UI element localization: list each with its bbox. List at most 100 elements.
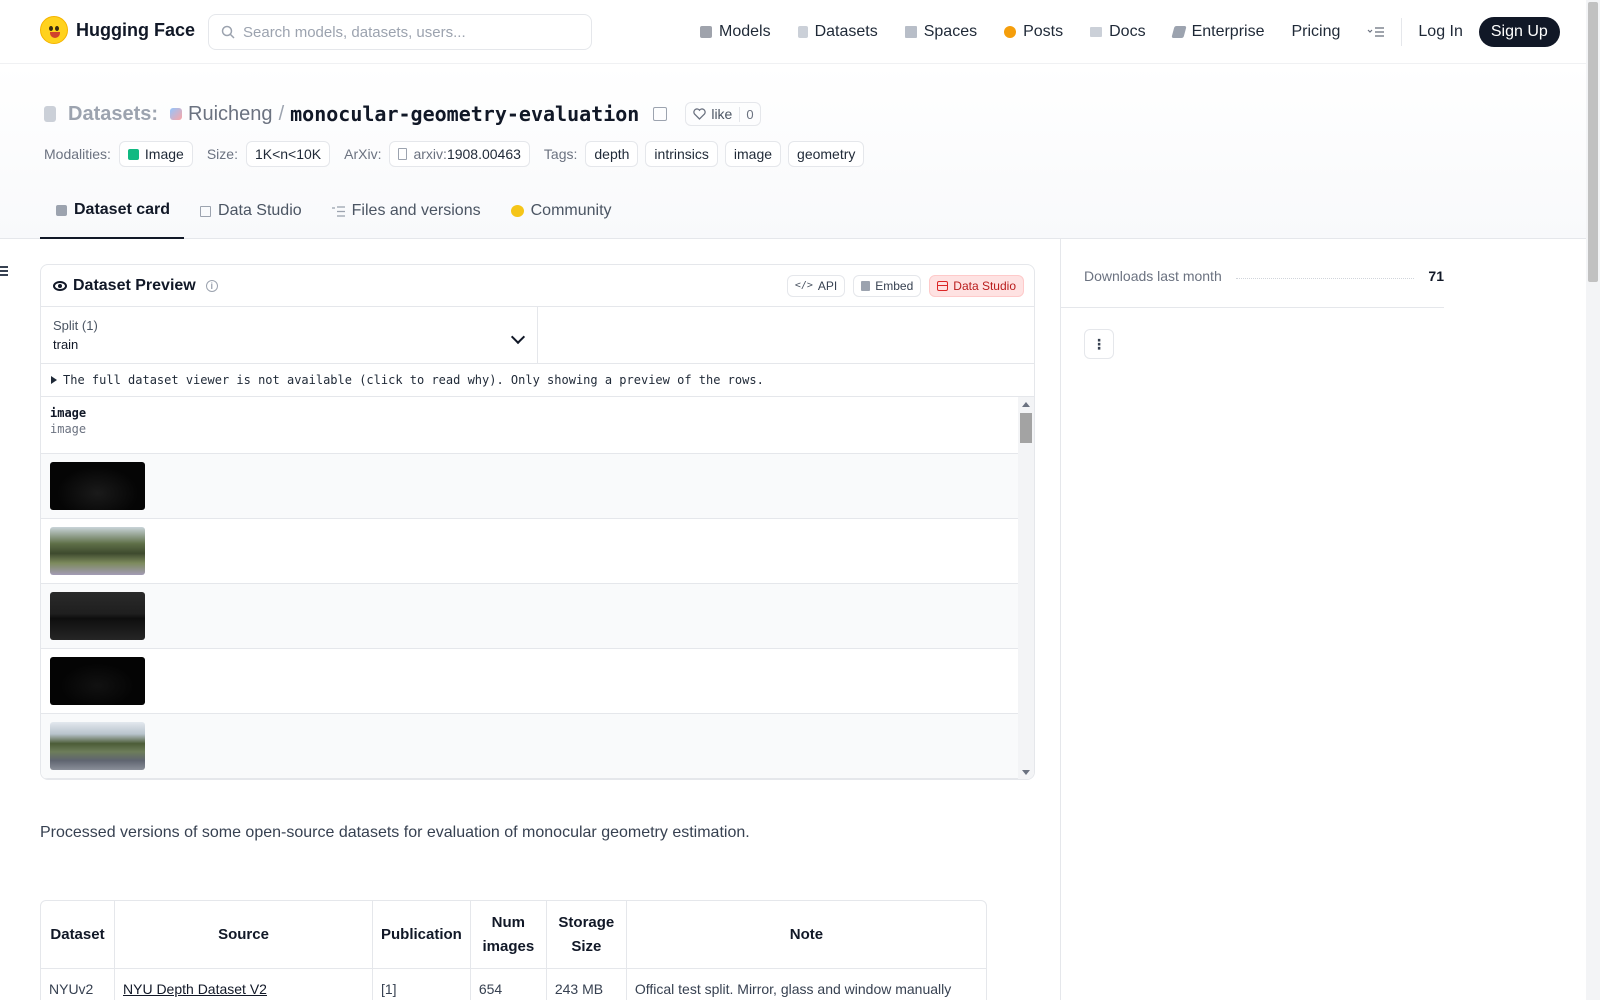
search-input[interactable]	[243, 23, 573, 41]
header-num-images: Num images	[470, 901, 547, 969]
like-action[interactable]: like	[686, 106, 739, 122]
modality-chip[interactable]: Image	[118, 141, 193, 167]
table-row: NYUv2 NYU Depth Dataset V2 [1] 654 243 M…	[41, 969, 986, 1000]
image-thumbnail[interactable]	[50, 657, 145, 705]
tab-dataset-card[interactable]: Dataset card	[40, 196, 185, 239]
community-icon	[510, 205, 524, 217]
cube-icon	[700, 26, 712, 38]
column-header-image[interactable]: image image	[41, 397, 1034, 454]
page-scrollbar-thumb[interactable]	[1588, 2, 1598, 282]
tag-chip-depth[interactable]: depth	[585, 141, 639, 167]
sidebar-toggle-icon[interactable]	[0, 266, 10, 278]
column-type: image	[50, 422, 87, 436]
image-thumbnail[interactable]	[50, 592, 145, 640]
nav-pricing-label: Pricing	[1291, 23, 1341, 40]
login-link[interactable]: Log In	[1418, 23, 1462, 41]
info-icon[interactable]: i	[205, 279, 218, 292]
split-dropdown[interactable]: Split (1) train	[41, 307, 538, 363]
tab-community[interactable]: Community	[495, 196, 626, 239]
viewer-notice[interactable]: The full dataset viewer is not available…	[41, 364, 1034, 397]
size-chip[interactable]: 1K<n<10K	[245, 141, 331, 167]
cell-num-images: 654	[471, 969, 547, 1000]
nav-docs-label: Docs	[1109, 23, 1146, 40]
cell-note: Offical test split. Mirror, glass and wi…	[634, 981, 952, 997]
preview-title-text: Dataset Preview	[73, 276, 196, 294]
preview-scrollbar[interactable]	[1018, 397, 1034, 779]
downloads-label: Downloads last month	[1084, 268, 1222, 284]
menu-list-icon	[1367, 27, 1385, 37]
tag-chip-intrinsics[interactable]: intrinsics	[645, 141, 718, 167]
column-name: image	[50, 406, 87, 420]
scroll-down-arrow-icon[interactable]	[1022, 770, 1030, 775]
nav-docs[interactable]: Docs	[1090, 23, 1146, 41]
tag-chip-geometry[interactable]: geometry	[788, 141, 865, 167]
header-note: Note	[626, 901, 986, 969]
nav-pricing[interactable]: Pricing	[1291, 23, 1340, 41]
image-thumbnail[interactable]	[50, 722, 145, 770]
search-icon	[221, 25, 235, 39]
arxiv-chip[interactable]: arxiv:1908.00463	[389, 141, 530, 167]
copy-icon[interactable]	[653, 107, 668, 121]
embed-button[interactable]: Embed	[853, 274, 922, 297]
brand-link[interactable]: Hugging Face	[40, 16, 195, 44]
modality-value: Image	[144, 146, 184, 162]
tab-files-versions[interactable]: Files and versions	[316, 196, 495, 239]
page-scrollbar[interactable]	[1586, 0, 1600, 1000]
owner-link[interactable]: Ruicheng	[188, 103, 273, 126]
api-button[interactable]: </> API	[786, 274, 846, 297]
data-studio-label: Data Studio	[953, 278, 1016, 293]
arxiv-prefix: arxiv:	[413, 146, 447, 162]
tab-dataset-card-label: Dataset card	[74, 201, 171, 218]
more-options-button[interactable]: ⋮	[1084, 329, 1114, 359]
data-studio-button[interactable]: Data Studio	[929, 274, 1024, 297]
cell-publication[interactable]: [1]	[373, 969, 471, 1000]
kebab-icon: ⋮	[1092, 335, 1106, 352]
table-icon	[200, 205, 212, 217]
nav-posts[interactable]: Posts	[1004, 23, 1063, 41]
tab-community-label: Community	[530, 202, 612, 219]
scrollbar-thumb[interactable]	[1020, 413, 1032, 443]
source-link[interactable]: NYU Depth Dataset V2	[123, 981, 267, 997]
repo-tabs: Dataset card Data Studio Files and versi…	[40, 196, 626, 239]
eye-icon	[53, 280, 67, 291]
hugging-face-logo-icon	[40, 16, 68, 44]
split-label: Split (1)	[53, 318, 98, 333]
embed-label: Embed	[875, 278, 914, 293]
nav-datasets[interactable]: Datasets	[797, 23, 878, 41]
sidebar-separator	[1061, 307, 1444, 308]
nav-enterprise[interactable]: Enterprise	[1170, 23, 1264, 41]
table-row	[41, 519, 1019, 584]
nav-spaces[interactable]: Spaces	[904, 23, 978, 41]
path-separator: /	[278, 102, 285, 125]
image-icon	[127, 148, 139, 160]
like-count[interactable]: 0	[739, 106, 759, 122]
repo-title: Datasets: Ruicheng / monocular-geometry-…	[44, 102, 761, 126]
viewer-notice-text: The full dataset viewer is not available…	[63, 373, 764, 387]
scroll-up-arrow-icon[interactable]	[1022, 402, 1030, 407]
tag-chip-image[interactable]: image	[724, 141, 782, 167]
top-navbar: Hugging Face Models Datasets Spaces Post…	[0, 0, 1586, 64]
image-thumbnail[interactable]	[50, 527, 145, 575]
nav-models-label: Models	[719, 23, 771, 40]
split-value: train	[53, 337, 79, 352]
database-icon	[44, 106, 56, 122]
tab-data-studio[interactable]: Data Studio	[184, 196, 316, 239]
search-box[interactable]	[208, 14, 592, 50]
brand-name: Hugging Face	[76, 19, 196, 40]
nav-models[interactable]: Models	[700, 23, 771, 41]
more-menu-button[interactable]	[1367, 26, 1385, 38]
repo-name[interactable]: monocular-geometry-evaluation	[290, 102, 639, 126]
nav-menu: Models Datasets Spaces Posts Docs Enterp…	[700, 16, 1560, 48]
header-dataset: Dataset	[41, 901, 115, 969]
nav-spaces-label: Spaces	[923, 23, 978, 40]
sidebar-divider	[1060, 239, 1061, 1000]
preview-table: image image	[41, 397, 1034, 779]
like-button[interactable]: like 0	[685, 102, 761, 126]
document-icon	[398, 148, 408, 160]
preview-title: Dataset Preview i	[53, 277, 218, 295]
table-icon	[937, 280, 949, 291]
image-thumbnail[interactable]	[50, 462, 145, 510]
signup-button[interactable]: Sign Up	[1478, 17, 1560, 47]
files-icon	[331, 205, 345, 217]
section-label[interactable]: Datasets:	[68, 103, 158, 126]
